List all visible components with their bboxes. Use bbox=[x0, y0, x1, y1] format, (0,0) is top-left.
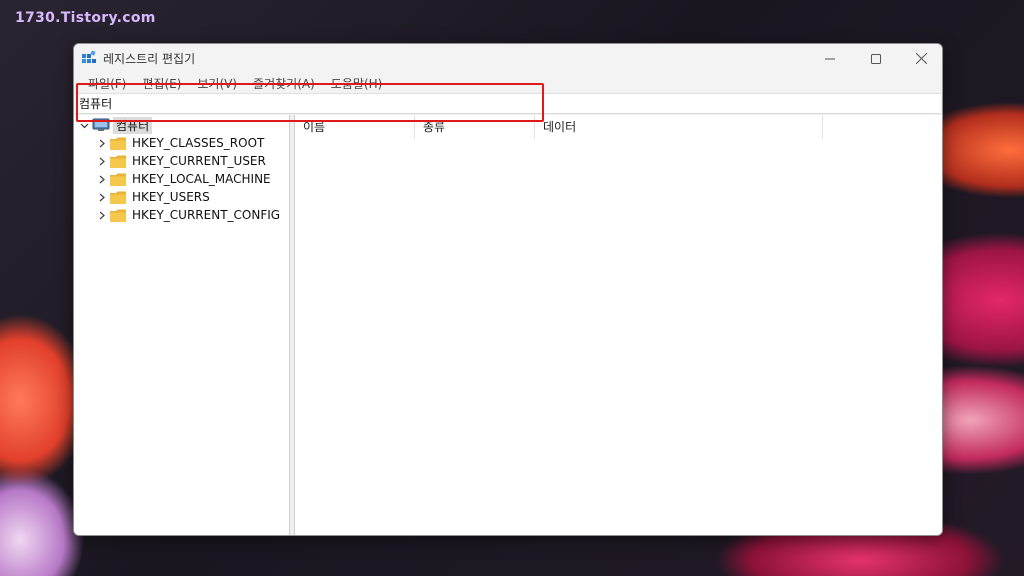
close-button[interactable] bbox=[898, 44, 942, 73]
values-list-pane[interactable]: 이름 종류 데이터 bbox=[295, 115, 942, 535]
chevron-right-icon[interactable] bbox=[96, 134, 108, 152]
tree-item-hku[interactable]: HKEY_USERS bbox=[96, 188, 210, 206]
tree-item-hkcu[interactable]: HKEY_CURRENT_USER bbox=[96, 152, 266, 170]
minimize-icon bbox=[825, 58, 835, 59]
minimize-button[interactable] bbox=[807, 44, 853, 73]
title-bar[interactable]: 레지스트리 편집기 bbox=[74, 44, 942, 73]
chevron-right-icon[interactable] bbox=[96, 206, 108, 224]
tree-item-hkcc[interactable]: HKEY_CURRENT_CONFIG bbox=[96, 206, 280, 224]
close-icon bbox=[915, 53, 927, 64]
chevron-right-icon[interactable] bbox=[96, 152, 108, 170]
folder-icon bbox=[110, 155, 126, 168]
maximize-icon bbox=[871, 53, 881, 64]
tree-item-label: HKEY_USERS bbox=[132, 190, 210, 204]
registry-editor-icon bbox=[82, 51, 96, 63]
watermark-text: 1730.Tistory.com bbox=[15, 10, 156, 26]
highlight-box bbox=[76, 83, 544, 122]
tree-item-hklm[interactable]: HKEY_LOCAL_MACHINE bbox=[96, 170, 271, 188]
folder-icon bbox=[110, 191, 126, 204]
tree-item-label: HKEY_CURRENT_CONFIG bbox=[132, 208, 281, 222]
tree-item-label: HKEY_CURRENT_USER bbox=[132, 154, 266, 168]
folder-icon bbox=[110, 137, 126, 150]
chevron-right-icon[interactable] bbox=[96, 170, 108, 188]
maximize-button[interactable] bbox=[853, 44, 899, 73]
chevron-right-icon[interactable] bbox=[96, 188, 108, 206]
tree-item-hkcr[interactable]: HKEY_CLASSES_ROOT bbox=[96, 134, 264, 152]
main-content: 컴퓨터 HKEY_CLASSES_ROOT HKEY_CURRENT_USER … bbox=[74, 115, 942, 535]
tree-item-label: HKEY_CLASSES_ROOT bbox=[132, 136, 265, 150]
column-header-data[interactable]: 데이터 bbox=[535, 115, 823, 139]
folder-icon bbox=[110, 209, 126, 222]
window-title: 레지스트리 편집기 bbox=[103, 52, 196, 66]
tree-item-label: HKEY_LOCAL_MACHINE bbox=[132, 172, 271, 186]
key-tree-pane: 컴퓨터 HKEY_CLASSES_ROOT HKEY_CURRENT_USER … bbox=[74, 115, 290, 535]
folder-icon bbox=[110, 173, 126, 186]
